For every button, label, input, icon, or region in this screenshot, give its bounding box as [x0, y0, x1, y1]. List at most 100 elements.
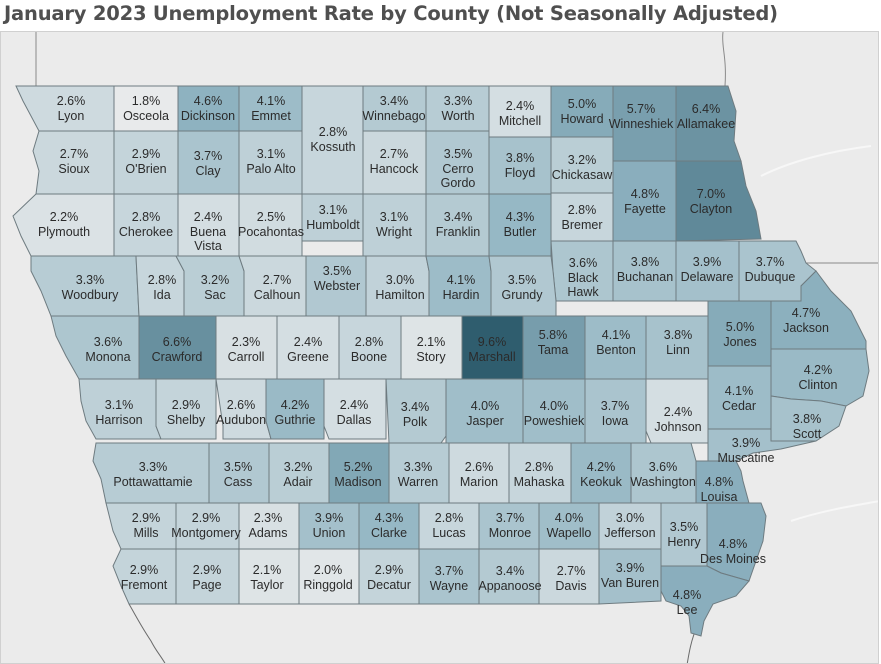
county-name-label: Osceola — [123, 109, 169, 123]
county-name-label: Greene — [287, 350, 329, 364]
county-name-label: Shelby — [167, 413, 206, 427]
county-name-label: O'Brien — [125, 162, 166, 176]
county-rate-label: 3.9% — [616, 561, 645, 575]
county-rate-label: 4.8% — [673, 588, 702, 602]
county-name-label: Pottawattamie — [113, 475, 192, 489]
county-rate-label: 4.3% — [375, 511, 404, 525]
county-name-label: Worth — [441, 109, 474, 123]
county-rate-label: 3.5% — [444, 147, 473, 161]
county-name-label: Lucas — [432, 526, 465, 540]
county-rate-label: 5.7% — [627, 102, 656, 116]
county-rate-label: 4.0% — [471, 399, 500, 413]
county-name-label: Vista — [194, 239, 222, 253]
county-name-label: Warren — [398, 475, 439, 489]
state-border-missouri-river — [128, 603, 166, 663]
county-rate-label: 2.9% — [192, 511, 221, 525]
county-rate-label: 2.4% — [506, 99, 535, 113]
county-rate-label: 2.8% — [355, 335, 384, 349]
county-name-label: Marion — [460, 475, 498, 489]
county-name-label: Fremont — [121, 578, 168, 592]
county-rate-label: 3.4% — [444, 210, 473, 224]
county-name-label: Sac — [204, 288, 226, 302]
county-rate-label: 3.8% — [793, 412, 822, 426]
county-name-label: Poweshiek — [524, 414, 585, 428]
county-rate-label: 5.0% — [568, 97, 597, 111]
county-rate-label: 2.7% — [557, 564, 586, 578]
county-name-label: Mills — [134, 526, 159, 540]
county-name-label: Woodbury — [62, 288, 119, 302]
county-rate-label: 3.7% — [756, 255, 785, 269]
county-rate-label: 2.8% — [568, 203, 597, 217]
county-rate-label: 3.2% — [284, 460, 313, 474]
county-name-label: Chickasaw — [552, 168, 613, 182]
county-clayton[interactable] — [675, 160, 762, 242]
county-name-label: Hancock — [370, 162, 419, 176]
county-rate-label: 4.8% — [631, 187, 660, 201]
county-name-label: Scott — [793, 427, 822, 441]
county-rate-label: 3.4% — [401, 400, 430, 414]
county-name-label: Emmet — [251, 109, 291, 123]
county-rate-label: 2.8% — [525, 460, 554, 474]
county-name-label: Dubuque — [745, 270, 796, 284]
county-rate-label: 4.1% — [725, 384, 754, 398]
county-rate-label: 4.1% — [447, 273, 476, 287]
county-rate-label: 2.8% — [435, 511, 464, 525]
county-rate-label: 2.8% — [319, 125, 348, 139]
county-rate-label: 3.1% — [380, 210, 409, 224]
county-name-label: Hamilton — [375, 288, 424, 302]
county-name-label: Decatur — [367, 578, 411, 592]
county-map[interactable]: 2.6% Lyon 1.8% Osceola 4.6% Dickinson 4.1% Emme… — [0, 31, 879, 664]
county-rate-label: 2.7% — [60, 147, 89, 161]
county-name-label: Henry — [667, 535, 701, 549]
county-rate-label: 3.8% — [664, 328, 693, 342]
county-fayette[interactable] — [612, 160, 677, 242]
county-name-label: Mahaska — [514, 475, 565, 489]
county-rate-label: 3.5% — [323, 264, 352, 278]
county-name-label: Hawk — [567, 285, 599, 299]
county-rate-label: 3.3% — [76, 273, 105, 287]
county-name-label: Calhoun — [254, 288, 301, 302]
county-name-label: Jones — [723, 335, 756, 349]
county-name-label: Clayton — [690, 202, 732, 216]
county-name-label: Davis — [555, 579, 586, 593]
county-rate-label: 3.1% — [105, 398, 134, 412]
state-border-east-river — [722, 32, 726, 87]
county-name-label: Ringgold — [303, 578, 352, 592]
chart-title: January 2023 Unemployment Rate by County… — [4, 2, 778, 25]
county-rate-label: 7.0% — [697, 187, 726, 201]
county-name-label: Tama — [538, 343, 569, 357]
county-rate-label: 3.5% — [508, 273, 537, 287]
county-rate-label: 5.2% — [344, 460, 373, 474]
river-wisconsin — [760, 145, 872, 177]
county-name-label: Union — [313, 526, 346, 540]
county-rate-label: 2.4% — [664, 405, 693, 419]
county-rate-label: 2.1% — [253, 563, 282, 577]
county-rate-label: 2.6% — [227, 398, 256, 412]
county-rate-label: 4.0% — [540, 399, 569, 413]
county-rate-label: 3.6% — [569, 256, 598, 270]
county-name-label: Cass — [224, 475, 252, 489]
county-name-label: Kossuth — [310, 140, 355, 154]
county-name-label: Dickinson — [181, 109, 235, 123]
county-name-label: Wapello — [547, 526, 592, 540]
county-name-label: Clarke — [371, 526, 407, 540]
county-name-label: Iowa — [602, 414, 628, 428]
county-rate-label: 4.6% — [194, 94, 223, 108]
county-rate-label: 3.5% — [670, 520, 699, 534]
county-rate-label: 3.1% — [319, 203, 348, 217]
county-rate-label: 3.6% — [94, 335, 123, 349]
county-name-label: Sioux — [58, 162, 90, 176]
county-name-label: Story — [416, 350, 446, 364]
county-rate-label: 2.8% — [148, 273, 177, 287]
county-rate-label: 3.7% — [496, 511, 525, 525]
county-rate-label: 2.9% — [172, 398, 201, 412]
county-rate-label: 3.9% — [693, 255, 722, 269]
county-name-label: Jasper — [466, 414, 504, 428]
county-bremer[interactable] — [550, 192, 614, 242]
county-name-label: Van Buren — [601, 576, 659, 590]
county-rate-label: 2.7% — [263, 273, 292, 287]
county-name-label: Audubon — [216, 413, 266, 427]
county-name-label: Jefferson — [604, 526, 655, 540]
county-rate-label: 3.7% — [435, 564, 464, 578]
county-rate-label: 3.3% — [444, 94, 473, 108]
